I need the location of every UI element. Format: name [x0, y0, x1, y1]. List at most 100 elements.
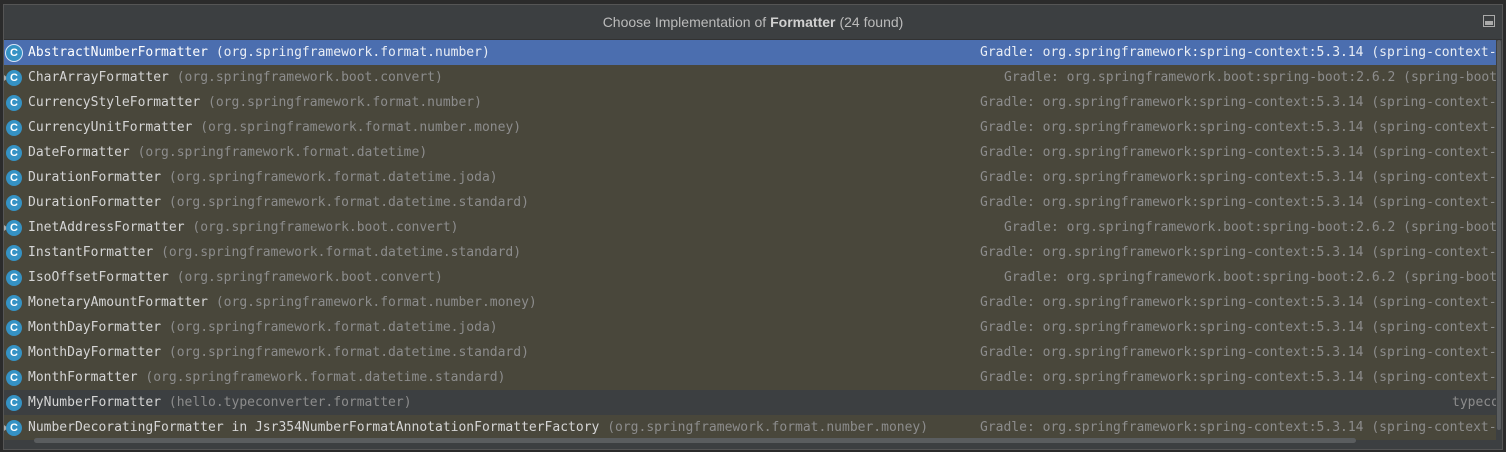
vertical-scrollbar-thumb[interactable]	[1497, 40, 1501, 430]
class-icon: C	[6, 170, 22, 186]
class-icon: C	[6, 395, 22, 411]
implementation-item[interactable]: C NumberDecoratingFormatter in Jsr354Numb…	[4, 415, 1502, 440]
package-name: (org.springframework.format.datetime.sta…	[168, 345, 529, 360]
class-name-text: CurrencyStyleFormatter	[28, 95, 201, 110]
class-name-text: DurationFormatter	[28, 170, 162, 185]
popup-title-count: (24 found)	[839, 14, 904, 30]
horizontal-scrollbar[interactable]	[34, 438, 1356, 443]
class-name: CharArrayFormatter (org.springframework.…	[28, 65, 443, 90]
library-source: Gradle: org.springframework:spring-conte…	[980, 320, 1497, 335]
implementation-item[interactable]: C CurrencyUnitFormatter (org.springframew…	[4, 115, 1502, 140]
class-icon: C	[6, 120, 22, 136]
class-icon: C	[6, 320, 22, 336]
class-name-text: MonetaryAmountFormatter	[28, 295, 209, 310]
package-name: (org.springframework.format.number.money…	[200, 120, 522, 135]
class-icon: C	[6, 345, 22, 361]
class-icon: C	[6, 245, 22, 261]
implementation-item[interactable]: C DurationFormatter (org.springframework.…	[4, 165, 1502, 190]
class-name: MyNumberFormatter (hello.typeconverter.f…	[28, 390, 412, 415]
popup-title-interface: Formatter	[770, 14, 836, 30]
class-name: MonthDayFormatter (org.springframework.f…	[28, 315, 498, 340]
class-name-text: CurrencyUnitFormatter	[28, 120, 193, 135]
pin-window-icon[interactable]	[1483, 15, 1495, 27]
implementation-item[interactable]: C DateFormatter (org.springframework.form…	[4, 140, 1502, 165]
class-name: MonthDayFormatter (org.springframework.f…	[28, 340, 529, 365]
class-name: DateFormatter (org.springframework.forma…	[28, 140, 427, 165]
implementation-item[interactable]: C MonthDayFormatter (org.springframework.…	[4, 315, 1502, 340]
class-name-text: InetAddressFormatter	[28, 220, 185, 235]
class-name: CurrencyUnitFormatter (org.springframewo…	[28, 115, 521, 140]
library-source: Gradle: org.springframework:spring-conte…	[980, 370, 1497, 385]
library-source: Gradle: org.springframework.boot:spring-…	[1004, 270, 1503, 285]
implementation-item[interactable]: C MyNumberFormatter (hello.typeconverter.…	[4, 390, 1502, 415]
package-name: (org.springframework.format.datetime.jod…	[168, 170, 498, 185]
package-name: (org.springframework.format.number.money…	[215, 295, 537, 310]
class-name-text: DateFormatter	[28, 145, 130, 160]
class-name-text: IsoOffsetFormatter	[28, 270, 169, 285]
implementation-item[interactable]: C CurrencyStyleFormatter (org.springframe…	[4, 90, 1502, 115]
library-source: Gradle: org.springframework:spring-conte…	[980, 170, 1497, 185]
class-icon: C	[6, 45, 22, 61]
class-name-text: MyNumberFormatter	[28, 395, 162, 410]
package-name: (org.springframework.format.datetime.sta…	[161, 245, 522, 260]
package-name: (org.springframework.format.datetime.sta…	[145, 370, 506, 385]
package-name: (hello.typeconverter.formatter)	[168, 395, 412, 410]
library-source: Gradle: org.springframework.boot:spring-…	[1004, 70, 1503, 85]
package-name: (org.springframework.format.number.money…	[607, 420, 929, 435]
implementation-item[interactable]: C MonetaryAmountFormatter (org.springfram…	[4, 290, 1502, 315]
class-name-text: InstantFormatter	[28, 245, 154, 260]
class-icon: C	[6, 145, 22, 161]
implementation-item[interactable]: C InetAddressFormatter (org.springframewo…	[4, 215, 1502, 240]
vertical-scrollbar[interactable]	[1496, 40, 1502, 449]
class-name: DurationFormatter (org.springframework.f…	[28, 190, 529, 215]
library-source: Gradle: org.springframework:spring-conte…	[980, 345, 1497, 360]
class-name-text: MonthDayFormatter	[28, 320, 162, 335]
library-source: Gradle: org.springframework:spring-conte…	[980, 145, 1497, 160]
implementation-item[interactable]: C AbstractNumberFormatter (org.springfram…	[4, 40, 1502, 65]
class-name-text: NumberDecoratingFormatter in Jsr354Numbe…	[28, 420, 600, 435]
class-icon: C	[6, 95, 22, 111]
class-name: CurrencyStyleFormatter (org.springframew…	[28, 90, 482, 115]
class-icon: C	[6, 270, 22, 286]
class-name-text: CharArrayFormatter	[28, 70, 169, 85]
class-name: InetAddressFormatter (org.springframewor…	[28, 215, 458, 240]
class-name: NumberDecoratingFormatter in Jsr354Numbe…	[28, 415, 928, 440]
library-source: Gradle: org.springframework.boot:spring-…	[1004, 220, 1503, 235]
class-name: MonetaryAmountFormatter (org.springframe…	[28, 290, 537, 315]
library-source: Gradle: org.springframework:spring-conte…	[980, 245, 1497, 260]
choose-implementation-popup: Choose Implementation of Formatter (24 f…	[3, 4, 1503, 450]
implementation-item[interactable]: C InstantFormatter (org.springframework.f…	[4, 240, 1502, 265]
class-icon: C	[6, 70, 22, 86]
implementation-item[interactable]: C MonthFormatter (org.springframework.for…	[4, 365, 1502, 390]
package-name: (org.springframework.format.datetime.sta…	[168, 195, 529, 210]
library-source: Gradle: org.springframework:spring-conte…	[980, 195, 1497, 210]
class-name-text: MonthFormatter	[28, 370, 138, 385]
class-icon: C	[6, 195, 22, 211]
class-name: AbstractNumberFormatter (org.springframe…	[28, 40, 490, 65]
class-name: InstantFormatter (org.springframework.fo…	[28, 240, 521, 265]
package-name: (org.springframework.format.datetime)	[137, 145, 428, 160]
library-source: Gradle: org.springframework:spring-conte…	[980, 420, 1497, 435]
implementation-item[interactable]: C DurationFormatter (org.springframework.…	[4, 190, 1502, 215]
package-name: (org.springframework.boot.convert)	[176, 270, 443, 285]
popup-title-prefix: Choose Implementation of	[602, 14, 767, 30]
class-icon: C	[6, 370, 22, 386]
implementation-item[interactable]: C MonthDayFormatter (org.springframework.…	[4, 340, 1502, 365]
implementation-item[interactable]: C CharArrayFormatter (org.springframework…	[4, 65, 1502, 90]
class-name: MonthFormatter (org.springframework.form…	[28, 365, 505, 390]
package-name: (org.springframework.boot.convert)	[192, 220, 459, 235]
implementation-list: C AbstractNumberFormatter (org.springfram…	[4, 40, 1502, 440]
library-source: Gradle: org.springframework:spring-conte…	[980, 120, 1497, 135]
popup-header: Choose Implementation of Formatter (24 f…	[4, 5, 1502, 40]
package-name: (org.springframework.format.number)	[215, 45, 490, 60]
library-source: Gradle: org.springframework:spring-conte…	[980, 45, 1497, 60]
class-icon: C	[6, 295, 22, 311]
class-name-text: DurationFormatter	[28, 195, 162, 210]
class-name-text: AbstractNumberFormatter	[28, 45, 209, 60]
class-name-text: MonthDayFormatter	[28, 345, 162, 360]
class-icon: C	[6, 220, 22, 236]
class-icon: C	[6, 420, 22, 436]
implementation-item[interactable]: C IsoOffsetFormatter (org.springframework…	[4, 265, 1502, 290]
package-name: (org.springframework.format.datetime.jod…	[168, 320, 498, 335]
library-source: Gradle: org.springframework:spring-conte…	[980, 295, 1497, 310]
